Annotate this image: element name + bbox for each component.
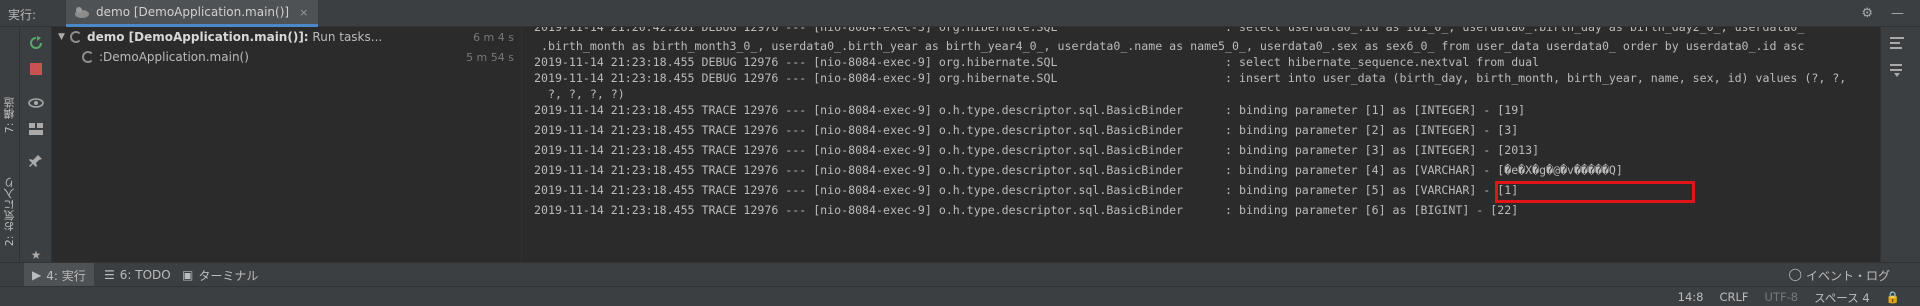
tree-item-duration: 6 m 4 s: [473, 30, 514, 44]
favorites-tool-label[interactable]: 2: お気に入り: [2, 177, 18, 246]
tree-item-duration: 5 m 54 s: [466, 50, 514, 64]
tree-item-label: :DemoApplication.main(): [99, 50, 249, 64]
rerun-icon[interactable]: [28, 35, 44, 51]
tab-run[interactable]: ▶ 4: 実行: [24, 263, 94, 287]
file-encoding[interactable]: UTF-8: [1765, 290, 1799, 306]
running-spinner-icon: [82, 51, 94, 63]
console-line: 2019-11-14 21:23:18.455 TRACE 12976 --- …: [534, 123, 1519, 137]
minimize-icon[interactable]: —: [1891, 6, 1904, 21]
console-line: 2019-11-14 21:23:18.455 TRACE 12976 --- …: [534, 163, 1623, 177]
close-icon[interactable]: ×: [299, 6, 308, 19]
running-spinner-icon: [70, 31, 82, 43]
left-tool-strip: 7: 構造 2: お気に入り: [0, 27, 20, 270]
console-line: 2019-11-14 21:23:18.455 TRACE 12976 --- …: [534, 183, 1519, 197]
console-line: 2019-11-14 21:23:18.455 TRACE 12976 --- …: [534, 203, 1519, 217]
layout-icon[interactable]: [28, 121, 44, 137]
stop-icon[interactable]: [28, 61, 44, 77]
line-separator[interactable]: CRLF: [1720, 290, 1749, 306]
bottom-tool-tabs: ▶ 4: 実行 ☰ 6: TODO ▣ ターミナル ◯ イベント・ログ: [0, 262, 1920, 287]
tab-label: 6: TODO: [119, 268, 171, 282]
console-line: 2019-11-14 21:23:18.455 TRACE 12976 --- …: [534, 143, 1540, 157]
star-icon[interactable]: ★: [28, 247, 44, 263]
tab-todo[interactable]: ☰ 6: TODO: [96, 263, 179, 287]
speech-bubble-icon: ◯: [1788, 267, 1802, 281]
tab-label: ターミナル: [198, 268, 259, 283]
tree-item-demo[interactable]: ▼ demo [DemoApplication.main()]: Run tas…: [52, 27, 522, 47]
run-tab-demo[interactable]: demo [DemoApplication.main()] ×: [66, 0, 319, 27]
lock-icon[interactable]: 🔒: [1886, 290, 1900, 306]
list-icon: ☰: [104, 268, 115, 282]
event-log-button[interactable]: ◯ イベント・ログ: [1789, 267, 1890, 284]
console-line: 2019-11-14 21:23:18.455 DEBUG 12976 --- …: [534, 71, 1847, 85]
console-output[interactable]: 2019-11-14 21:20:42.281 DEBUG 12976 --- …: [522, 27, 1862, 270]
console-line: 2019-11-14 21:23:18.455 TRACE 12976 --- …: [534, 103, 1526, 117]
run-label: 実行:: [8, 8, 37, 22]
terminal-icon: ▣: [182, 268, 194, 282]
gear-icon[interactable]: ⚙: [1861, 6, 1873, 21]
status-bar: 14:8 CRLF UTF-8 スペース 4 🔒: [0, 286, 1920, 306]
run-tab-title: demo [DemoApplication.main()]: [96, 5, 290, 19]
run-toolbar: ★: [20, 27, 52, 270]
run-tree: ▼ demo [DemoApplication.main()]: Run tas…: [52, 27, 522, 270]
tab-label: 4: 実行: [46, 268, 86, 283]
eye-icon[interactable]: [28, 95, 44, 111]
garbled-text-highlight: [1495, 181, 1695, 203]
tab-terminal[interactable]: ▣ ターミナル: [174, 263, 266, 287]
run-tool-header: 実行: demo [DemoApplication.main()] × ⚙ —: [0, 0, 1920, 27]
event-log-label: イベント・ログ: [1805, 269, 1890, 283]
scroll-to-end-icon[interactable]: [1889, 63, 1905, 79]
structure-tool-label[interactable]: 7: 構造: [2, 97, 18, 133]
spring-boot-icon: [75, 7, 89, 18]
indent-setting[interactable]: スペース 4: [1814, 290, 1870, 306]
run-icon: ▶: [32, 268, 42, 282]
pin-icon[interactable]: [28, 153, 44, 169]
console-right-toolbar: [1880, 27, 1920, 270]
soft-wrap-icon[interactable]: [1889, 35, 1905, 51]
tree-item-status: Run tasks...: [308, 30, 383, 44]
tree-item-title: demo [DemoApplication.main()]:: [87, 30, 309, 44]
tree-item-main[interactable]: :DemoApplication.main() 5 m 54 s: [52, 47, 522, 67]
caret-position[interactable]: 14:8: [1678, 290, 1704, 306]
chevron-down-icon[interactable]: ▼: [58, 32, 70, 42]
